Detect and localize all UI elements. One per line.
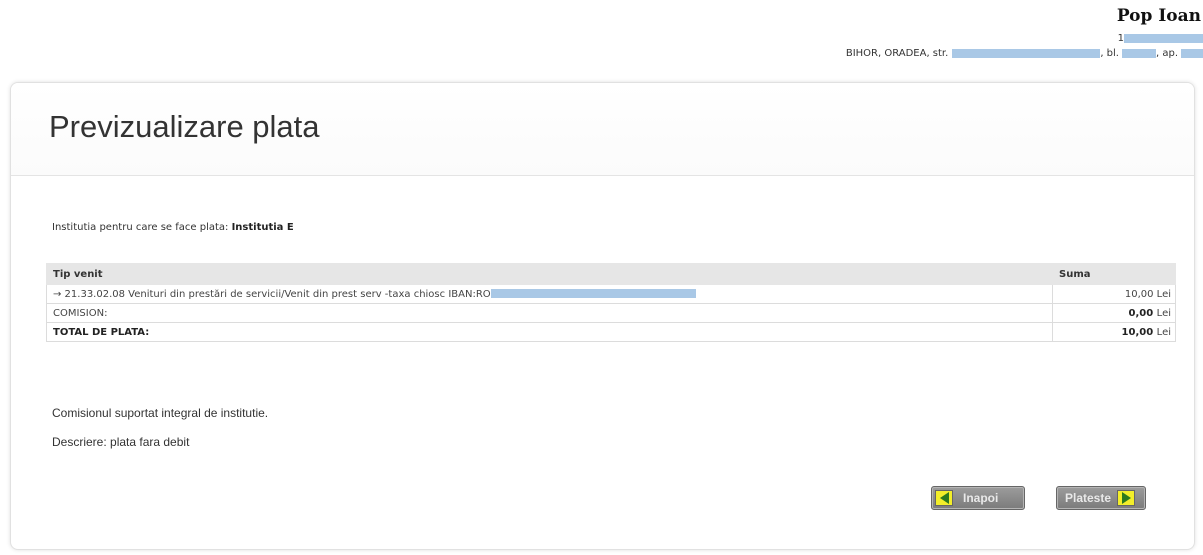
back-button-label: Inapoi xyxy=(963,491,999,505)
amount-unit: Lei xyxy=(1156,307,1171,319)
amount-value: 0,00 xyxy=(1128,307,1154,319)
commission-note: Comisionul suportat integral de institut… xyxy=(52,406,269,420)
pay-button[interactable]: Plateste xyxy=(1056,486,1146,510)
pay-button-label: Plateste xyxy=(1065,491,1112,505)
row-amount: 10,00 Lei xyxy=(1052,284,1176,304)
institution-line: Institutia pentru care se face plata: In… xyxy=(52,222,294,233)
table-row: TOTAL DE PLATA: 10,00 Lei xyxy=(46,322,1176,342)
redacted-apartment xyxy=(1181,49,1203,58)
table-header-row: Tip venit Suma xyxy=(46,263,1176,285)
payment-table: Tip venit Suma → 21.33.02.08 Venituri di… xyxy=(46,263,1176,342)
redacted-block xyxy=(1121,49,1156,58)
page-title: Previzualizare plata xyxy=(49,109,320,144)
address-street-label: BIHOR, ORADEA, str. xyxy=(845,48,949,59)
arrow-left-icon xyxy=(935,490,953,506)
amount-value: 10,00 xyxy=(1124,288,1154,300)
address-block-label: , bl. xyxy=(1100,48,1119,59)
amount-unit: Lei xyxy=(1156,288,1171,300)
row-label: → 21.33.02.08 Venituri din prestări de s… xyxy=(46,284,1053,304)
institution-label: Institutia pentru care se face plata: xyxy=(52,222,229,233)
user-code: 1 xyxy=(1118,33,1203,44)
redacted-street xyxy=(952,49,1101,58)
row-amount: 10,00 Lei xyxy=(1052,322,1176,342)
amount-unit: Lei xyxy=(1156,326,1171,338)
institution-name: Institutia E xyxy=(231,222,294,233)
address-apartment-label: , ap. xyxy=(1155,48,1178,59)
header-suma: Suma xyxy=(1052,263,1176,285)
row-label: TOTAL DE PLATA: xyxy=(46,322,1053,342)
preview-panel: Previzualizare plata Institutia pentru c… xyxy=(10,82,1195,550)
table-row: COMISION: 0,00 Lei xyxy=(46,303,1176,323)
redacted-iban xyxy=(490,288,696,298)
amount-value: 10,00 xyxy=(1121,326,1154,338)
revenue-line-label: → 21.33.02.08 Venituri din prestări de s… xyxy=(53,288,491,300)
user-name: Pop Ioan xyxy=(1116,6,1201,26)
back-button[interactable]: Inapoi xyxy=(931,486,1025,510)
table-row: → 21.33.02.08 Venituri din prestări de s… xyxy=(46,284,1176,304)
description-note: Descriere: plata fara debit xyxy=(52,435,190,449)
user-address: BIHOR, ORADEA, str. , bl. , ap. xyxy=(846,48,1203,59)
redacted-code xyxy=(1124,34,1203,43)
row-amount: 0,00 Lei xyxy=(1052,303,1176,323)
arrow-right-icon xyxy=(1117,490,1136,506)
header-tip-venit: Tip venit xyxy=(46,263,1053,285)
row-label: COMISION: xyxy=(46,303,1053,323)
